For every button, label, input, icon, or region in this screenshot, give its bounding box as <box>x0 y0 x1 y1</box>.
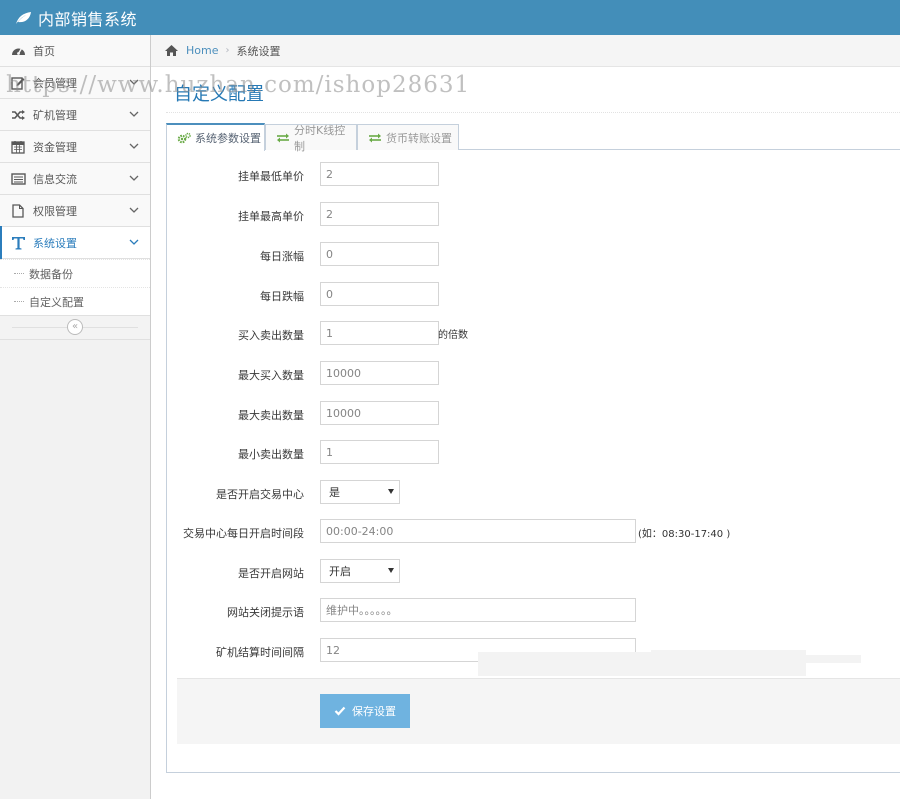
tab-label: 分时K线控制 <box>294 123 346 153</box>
tab-label: 系统参数设置 <box>195 132 261 145</box>
form-actions <box>177 678 900 744</box>
max-buy-quantity-input[interactable]: 10000 <box>320 361 439 385</box>
chevron-down-icon <box>129 143 139 149</box>
tab-kline-control[interactable]: 分时K线控制 <box>265 124 357 153</box>
home-icon <box>164 44 179 58</box>
form-label: 每日跌幅 <box>260 290 304 303</box>
render-artifact <box>651 650 806 676</box>
calendar-icon <box>10 139 26 155</box>
tab-label: 货币转账设置 <box>386 131 452 145</box>
tab-currency-transfer[interactable]: 货币转账设置 <box>357 124 459 150</box>
save-button-label: 保存设置 <box>352 705 396 718</box>
render-artifact <box>478 652 653 676</box>
caret-down-icon <box>388 568 394 573</box>
site-enabled-select[interactable]: 开启 <box>320 559 400 583</box>
dashboard-icon <box>10 43 26 59</box>
daily-rise-input[interactable]: 0 <box>320 242 439 266</box>
sidebar-item-miners[interactable]: 矿机管理 <box>0 99 150 131</box>
render-artifact <box>803 655 861 663</box>
site-closed-message-input[interactable]: 维护中。。。。。。 <box>320 598 636 622</box>
form-label: 挂单最高单价 <box>238 210 304 223</box>
select-value: 是 <box>329 486 340 499</box>
caret-down-icon <box>388 489 394 494</box>
check-icon <box>334 705 346 717</box>
chevron-down-icon <box>129 111 139 117</box>
max-order-price-input[interactable]: 2 <box>320 202 439 226</box>
max-sell-quantity-input[interactable]: 10000 <box>320 401 439 425</box>
form-label: 每日涨幅 <box>260 250 304 263</box>
settings-tabs: 系统参数设置 分时K线控制 货币转账设置 <box>166 123 900 153</box>
form-label: 最小卖出数量 <box>238 448 304 461</box>
cogs-icon <box>177 132 191 144</box>
watermark-text: https://www.huzhan.com/ishop28631 <box>6 72 471 98</box>
chevron-down-icon <box>129 239 139 245</box>
breadcrumb-current: 系统设置 <box>236 44 281 58</box>
min-order-price-input[interactable]: 2 <box>320 162 439 186</box>
form-label: 最大卖出数量 <box>238 409 304 422</box>
app-title[interactable]: 内部销售系统 <box>38 6 137 30</box>
form-label: 最大买入数量 <box>238 369 304 382</box>
breadcrumb: Home › 系统设置 <box>151 35 900 67</box>
sidebar-item-label: 矿机管理 <box>33 108 77 122</box>
select-value: 开启 <box>329 565 351 578</box>
sidebar-item-home[interactable]: 首页 <box>0 35 150 67</box>
form-label: 买入卖出数量 <box>238 329 304 342</box>
sidebar-item-funds[interactable]: 资金管理 <box>0 131 150 163</box>
trade-center-hours-input[interactable]: 00:00-24:00 <box>320 519 636 543</box>
trade-quantity-multiple-input[interactable]: 1 <box>320 321 439 345</box>
breadcrumb-home-link[interactable]: Home <box>186 44 218 57</box>
form-label: 网站关闭提示语 <box>227 606 304 619</box>
exchange-icon <box>276 132 290 144</box>
form-label: 是否开启网站 <box>238 567 304 580</box>
form-label: 交易中心每日开启时间段 <box>183 527 304 540</box>
help-text: 的倍数 <box>438 330 468 341</box>
sidebar-item-label: 首页 <box>33 44 55 58</box>
sidebar-item-label: 资金管理 <box>33 140 77 154</box>
top-navbar: 内部销售系统 <box>0 0 900 35</box>
help-text: (如：08:30-17:40 ) <box>638 529 731 540</box>
shuffle-icon <box>10 107 26 123</box>
daily-fall-input[interactable]: 0 <box>320 282 439 306</box>
exchange-icon <box>368 132 382 144</box>
submenu-item-label: 数据备份 <box>29 267 73 281</box>
trade-center-enabled-select[interactable]: 是 <box>320 480 400 504</box>
breadcrumb-separator: › <box>225 45 230 56</box>
min-sell-quantity-input[interactable]: 1 <box>320 440 439 464</box>
leaf-icon <box>14 10 34 26</box>
form-label: 是否开启交易中心 <box>216 488 304 501</box>
tab-system-params[interactable]: 系统参数设置 <box>166 123 265 151</box>
save-settings-button[interactable]: 保存设置 <box>320 694 410 728</box>
form-label: 挂单最低单价 <box>238 170 304 183</box>
form-label: 矿机结算时间间隔 <box>216 646 304 659</box>
